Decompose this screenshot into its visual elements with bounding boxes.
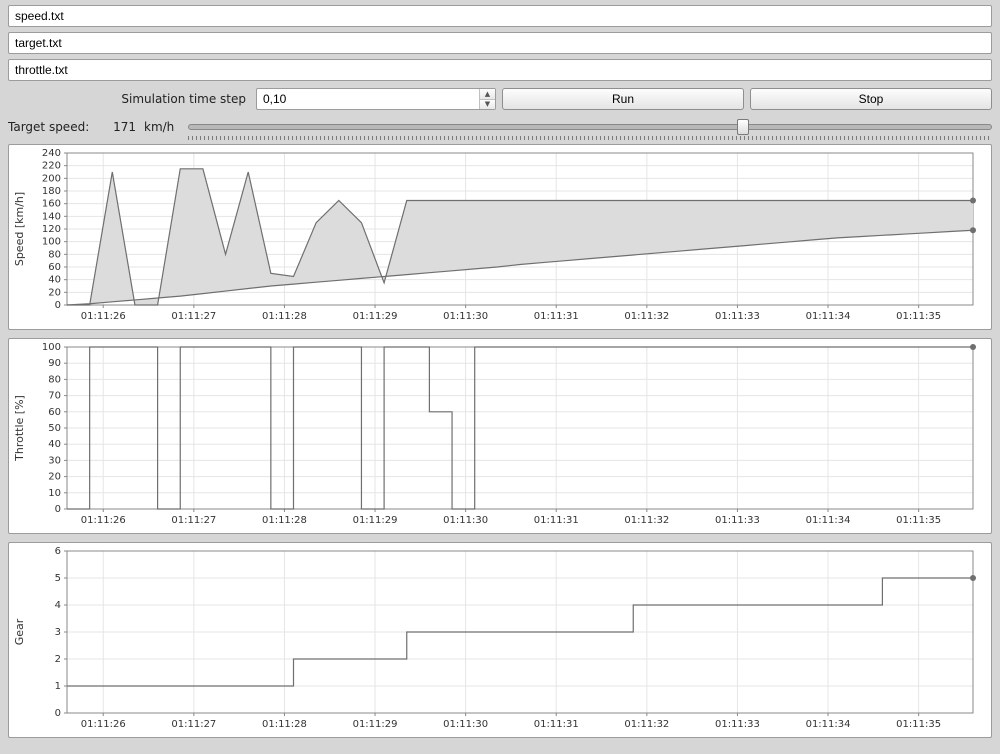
svg-text:5: 5 [55, 573, 61, 584]
svg-text:40: 40 [48, 275, 61, 286]
svg-text:240: 240 [42, 148, 61, 159]
svg-text:01:11:34: 01:11:34 [806, 719, 851, 730]
svg-text:1: 1 [55, 681, 61, 692]
svg-text:6: 6 [55, 546, 61, 557]
svg-text:01:11:29: 01:11:29 [353, 515, 398, 526]
target-speed-value: 171 [106, 120, 136, 134]
timestep-label: Simulation time step [8, 92, 250, 106]
svg-text:01:11:35: 01:11:35 [896, 719, 941, 730]
svg-text:100: 100 [42, 237, 61, 248]
svg-text:01:11:31: 01:11:31 [534, 719, 579, 730]
svg-text:01:11:32: 01:11:32 [624, 515, 669, 526]
run-button[interactable]: Run [502, 88, 744, 110]
svg-text:01:11:27: 01:11:27 [171, 311, 216, 322]
svg-text:180: 180 [42, 186, 61, 197]
svg-text:01:11:31: 01:11:31 [534, 515, 579, 526]
svg-text:01:11:33: 01:11:33 [715, 515, 760, 526]
svg-text:01:11:33: 01:11:33 [715, 719, 760, 730]
svg-text:60: 60 [48, 262, 61, 273]
svg-text:01:11:28: 01:11:28 [262, 311, 307, 322]
gear-chart-panel: 0 1 2 3 4 5 6 01:11:26 01:11:27 01:11:28 01:11:29 0… [8, 542, 992, 738]
svg-text:60: 60 [48, 407, 61, 418]
svg-text:01:11:28: 01:11:28 [262, 719, 307, 730]
svg-text:30: 30 [48, 455, 61, 466]
svg-text:01:11:33: 01:11:33 [715, 311, 760, 322]
svg-text:01:11:34: 01:11:34 [806, 515, 851, 526]
svg-text:70: 70 [48, 391, 61, 402]
timestep-input[interactable] [257, 89, 479, 109]
slider-thumb[interactable] [737, 119, 749, 135]
svg-text:0: 0 [55, 504, 61, 515]
svg-text:01:11:26: 01:11:26 [81, 311, 126, 322]
svg-text:200: 200 [42, 173, 61, 184]
svg-text:01:11:27: 01:11:27 [171, 515, 216, 526]
svg-text:100: 100 [42, 342, 61, 353]
svg-text:50: 50 [48, 423, 61, 434]
svg-text:80: 80 [48, 374, 61, 385]
svg-text:40: 40 [48, 439, 61, 450]
speed-file-input[interactable] [8, 5, 992, 27]
svg-text:01:11:26: 01:11:26 [81, 719, 126, 730]
svg-text:140: 140 [42, 211, 61, 222]
target-speed-unit: km/h [144, 120, 180, 134]
target-speed-label: Target speed: [8, 120, 98, 134]
svg-text:80: 80 [48, 249, 61, 260]
svg-text:01:11:32: 01:11:32 [624, 311, 669, 322]
svg-text:160: 160 [42, 199, 61, 210]
throttle-chart-panel: 0 10 20 30 40 50 60 70 80 90 100 01:11:26 01:11:27 01… [8, 338, 992, 534]
svg-text:01:11:29: 01:11:29 [353, 311, 398, 322]
svg-text:Gear: Gear [13, 618, 26, 645]
target-file-input[interactable] [8, 32, 992, 54]
svg-text:90: 90 [48, 358, 61, 369]
timestep-spinbox[interactable]: ▲ ▼ [256, 88, 496, 110]
svg-text:220: 220 [42, 161, 61, 172]
svg-text:0: 0 [55, 300, 61, 311]
svg-text:01:11:27: 01:11:27 [171, 719, 216, 730]
svg-text:01:11:32: 01:11:32 [624, 719, 669, 730]
svg-text:20: 20 [48, 287, 61, 298]
svg-text:01:11:34: 01:11:34 [806, 311, 851, 322]
svg-text:10: 10 [48, 488, 61, 499]
svg-text:2: 2 [55, 654, 61, 665]
svg-text:01:11:35: 01:11:35 [896, 311, 941, 322]
svg-text:Speed [km/h]: Speed [km/h] [13, 192, 26, 266]
svg-text:0: 0 [55, 708, 61, 719]
spin-down-icon[interactable]: ▼ [480, 100, 495, 110]
stop-button[interactable]: Stop [750, 88, 992, 110]
svg-text:01:11:26: 01:11:26 [81, 515, 126, 526]
svg-text:Throttle [%]: Throttle [%] [13, 395, 26, 462]
svg-text:3: 3 [55, 627, 61, 638]
svg-text:01:11:29: 01:11:29 [353, 719, 398, 730]
throttle-file-input[interactable] [8, 59, 992, 81]
svg-text:01:11:30: 01:11:30 [443, 311, 488, 322]
svg-text:01:11:30: 01:11:30 [443, 719, 488, 730]
svg-text:120: 120 [42, 224, 61, 235]
svg-text:01:11:35: 01:11:35 [896, 515, 941, 526]
speed-chart-panel: 0 2040 60 80100 120 140160 180 200220 240 01:11:2… [8, 144, 992, 330]
svg-text:20: 20 [48, 472, 61, 483]
svg-text:01:11:28: 01:11:28 [262, 515, 307, 526]
svg-text:01:11:31: 01:11:31 [534, 311, 579, 322]
spin-up-icon[interactable]: ▲ [480, 89, 495, 100]
svg-text:01:11:30: 01:11:30 [443, 515, 488, 526]
svg-text:4: 4 [55, 600, 61, 611]
target-speed-slider[interactable] [188, 116, 992, 138]
